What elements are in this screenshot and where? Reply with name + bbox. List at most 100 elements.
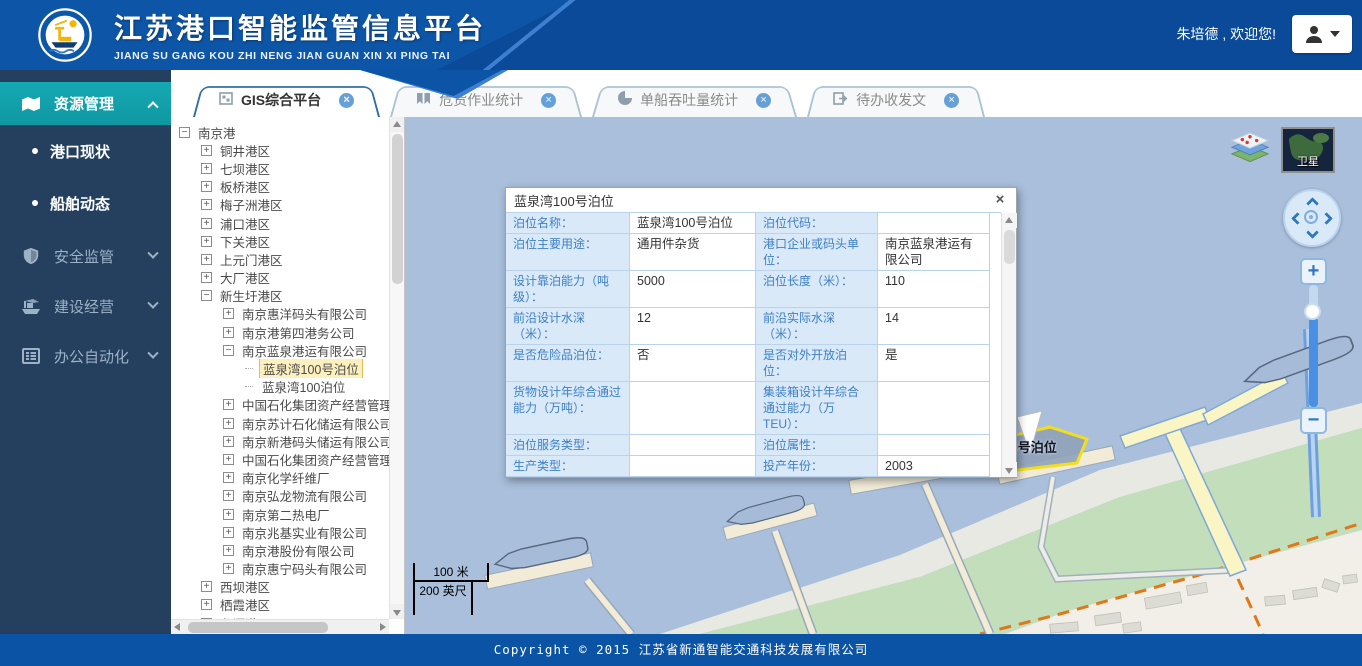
tree-node-label[interactable]: 南京新港码头储运有限公司 [239, 432, 389, 450]
tree-row[interactable]: 七坝港区 [171, 159, 389, 177]
tree-node-label[interactable]: 南京港第四港务公司 [239, 323, 358, 341]
tree-row[interactable]: 下关港区 [171, 232, 389, 250]
tab-close-icon[interactable] [541, 93, 556, 108]
tree-node-label[interactable]: 上元门港区 [217, 250, 286, 268]
tree-row[interactable]: 浦口港区 [171, 214, 389, 232]
expand-icon[interactable] [201, 272, 212, 283]
tab-close-icon[interactable] [944, 93, 959, 108]
tree-node-label[interactable]: 栖霞港区 [217, 596, 273, 614]
zoom-slider-handle[interactable] [1304, 303, 1321, 320]
tree-node-label[interactable]: 南京兆基实业有限公司 [239, 523, 370, 541]
zoom-out-button[interactable]: − [1300, 407, 1327, 434]
zoom-in-button[interactable]: + [1300, 258, 1327, 285]
expand-icon[interactable] [223, 454, 234, 465]
tree-row[interactable]: 新生圩港区 [171, 287, 389, 305]
tree-row[interactable]: 蓝泉湾100号泊位 [171, 359, 389, 377]
expand-icon[interactable] [223, 490, 234, 501]
sidebar-item-建设经营[interactable]: 建设经营 [0, 283, 171, 329]
expand-icon[interactable] [223, 399, 234, 410]
sidebar-item-办公自动化[interactable]: 办公自动化 [0, 333, 171, 379]
expand-icon[interactable] [223, 563, 234, 574]
pan-right-icon[interactable] [1320, 212, 1333, 225]
scroll-down-button[interactable] [390, 604, 405, 619]
tab-close-icon[interactable] [756, 93, 771, 108]
expand-icon[interactable] [223, 545, 234, 556]
scroll-down-button[interactable] [1002, 462, 1017, 477]
vertical-scroll-thumb[interactable] [392, 134, 403, 284]
horizontal-scroll-thumb[interactable] [188, 622, 328, 633]
expand-icon[interactable] [201, 145, 212, 156]
sidebar-item-港口现状[interactable]: 港口现状 [0, 125, 171, 177]
sidebar-item-船舶动态[interactable]: 船舶动态 [0, 177, 171, 229]
tree-row[interactable]: 中国石化集团资产经营管理有 [171, 450, 389, 468]
tree-row[interactable]: 中国石化集团资产经营管理有 [171, 396, 389, 414]
popup-scroll-thumb[interactable] [1004, 230, 1015, 264]
tree-node-label[interactable]: 南京港股份有限公司 [239, 541, 358, 559]
expand-icon[interactable] [201, 599, 212, 610]
tree-node-label[interactable]: 七坝港区 [217, 159, 273, 177]
expand-icon[interactable] [201, 163, 212, 174]
expand-icon[interactable] [223, 308, 234, 319]
tree-node-label[interactable]: 南京弘龙物流有限公司 [239, 487, 370, 505]
expand-icon[interactable] [223, 509, 234, 520]
collapse-icon[interactable] [179, 127, 190, 138]
pan-down-icon[interactable] [1306, 226, 1319, 239]
tree-row[interactable]: 南京蓝泉港运有限公司 [171, 341, 389, 359]
tree-row[interactable]: 南京港 [171, 123, 389, 141]
satellite-basemap-button[interactable]: 卫星 [1281, 127, 1335, 173]
tree-row[interactable]: 南京苏计石化储运有限公司 [171, 414, 389, 432]
collapse-icon[interactable] [201, 290, 212, 301]
tree-row[interactable]: 南京港第四港务公司 [171, 323, 389, 341]
expand-icon[interactable] [223, 527, 234, 538]
tree-node-label[interactable]: 南京蓝泉港运有限公司 [239, 341, 370, 359]
tree-row[interactable]: 南京惠洋码头有限公司 [171, 305, 389, 323]
tree-node-label[interactable]: 蓝泉湾100泊位 [259, 378, 348, 396]
scroll-right-button[interactable] [374, 620, 389, 634]
tab-4[interactable]: 待办收发文 [807, 83, 985, 117]
expand-icon[interactable] [223, 472, 234, 483]
tree-row[interactable]: 梅子洲港区 [171, 196, 389, 214]
tree-row[interactable]: 南京弘龙物流有限公司 [171, 487, 389, 505]
popup-close-icon[interactable] [992, 192, 1008, 208]
tree-row[interactable]: 南京化学纤维厂 [171, 469, 389, 487]
scroll-up-button[interactable] [1002, 213, 1017, 228]
tree-node-label[interactable]: 大厂港区 [217, 269, 273, 287]
tab-close-icon[interactable] [339, 93, 354, 108]
tree-row[interactable]: 铜井港区 [171, 141, 389, 159]
scroll-left-button[interactable] [171, 620, 186, 634]
tree-node-label[interactable]: 蓝泉湾100号泊位 [259, 359, 363, 377]
expand-icon[interactable] [201, 218, 212, 229]
tree-row[interactable]: 南京新港码头储运有限公司 [171, 432, 389, 450]
tree-node-label[interactable]: 板桥港区 [217, 178, 273, 196]
collapse-icon[interactable] [223, 345, 234, 356]
tree-row[interactable]: 南京兆基实业有限公司 [171, 523, 389, 541]
expand-icon[interactable] [201, 581, 212, 592]
tree-node-label[interactable]: 西坝港区 [217, 578, 273, 596]
pan-control[interactable] [1283, 189, 1341, 247]
expand-icon[interactable] [201, 199, 212, 210]
tree-row[interactable]: 板桥港区 [171, 178, 389, 196]
tree-row[interactable]: 南京惠宁码头有限公司 [171, 560, 389, 578]
tree-row[interactable]: 栖霞港区 [171, 596, 389, 614]
tree-node-label[interactable]: 南京苏计石化储运有限公司 [239, 414, 389, 432]
tab-3[interactable]: 单船吞吐量统计 [592, 83, 797, 117]
tree-row[interactable]: 南京港股份有限公司 [171, 541, 389, 559]
tab-1[interactable]: GIS综合平台 [193, 83, 380, 117]
tree-node-label[interactable]: 梅子洲港区 [217, 196, 286, 214]
sidebar-item-资源管理[interactable]: 资源管理 [0, 82, 171, 125]
tree-row[interactable]: 南京第二热电厂 [171, 505, 389, 523]
tree-node-label[interactable]: 浦口港区 [217, 214, 273, 232]
tree-node-label[interactable]: 南京第二热电厂 [239, 505, 333, 523]
layers-icon[interactable] [1226, 131, 1274, 173]
tree-horizontal-scrollbar[interactable] [171, 619, 389, 634]
tree-row[interactable]: 大厂港区 [171, 269, 389, 287]
tree-row[interactable]: 西坝港区 [171, 578, 389, 596]
tree-node-label[interactable]: 中国石化集团资产经营管理有 [239, 396, 389, 414]
tree-node-label[interactable]: 南京化学纤维厂 [239, 469, 333, 487]
sidebar-item-安全监管[interactable]: 安全监管 [0, 233, 171, 279]
expand-icon[interactable] [223, 418, 234, 429]
tab-2[interactable]: 危货作业统计 [390, 83, 582, 117]
scroll-up-button[interactable] [390, 117, 405, 132]
tree-row[interactable]: 蓝泉湾100泊位 [171, 378, 389, 396]
expand-icon[interactable] [201, 181, 212, 192]
